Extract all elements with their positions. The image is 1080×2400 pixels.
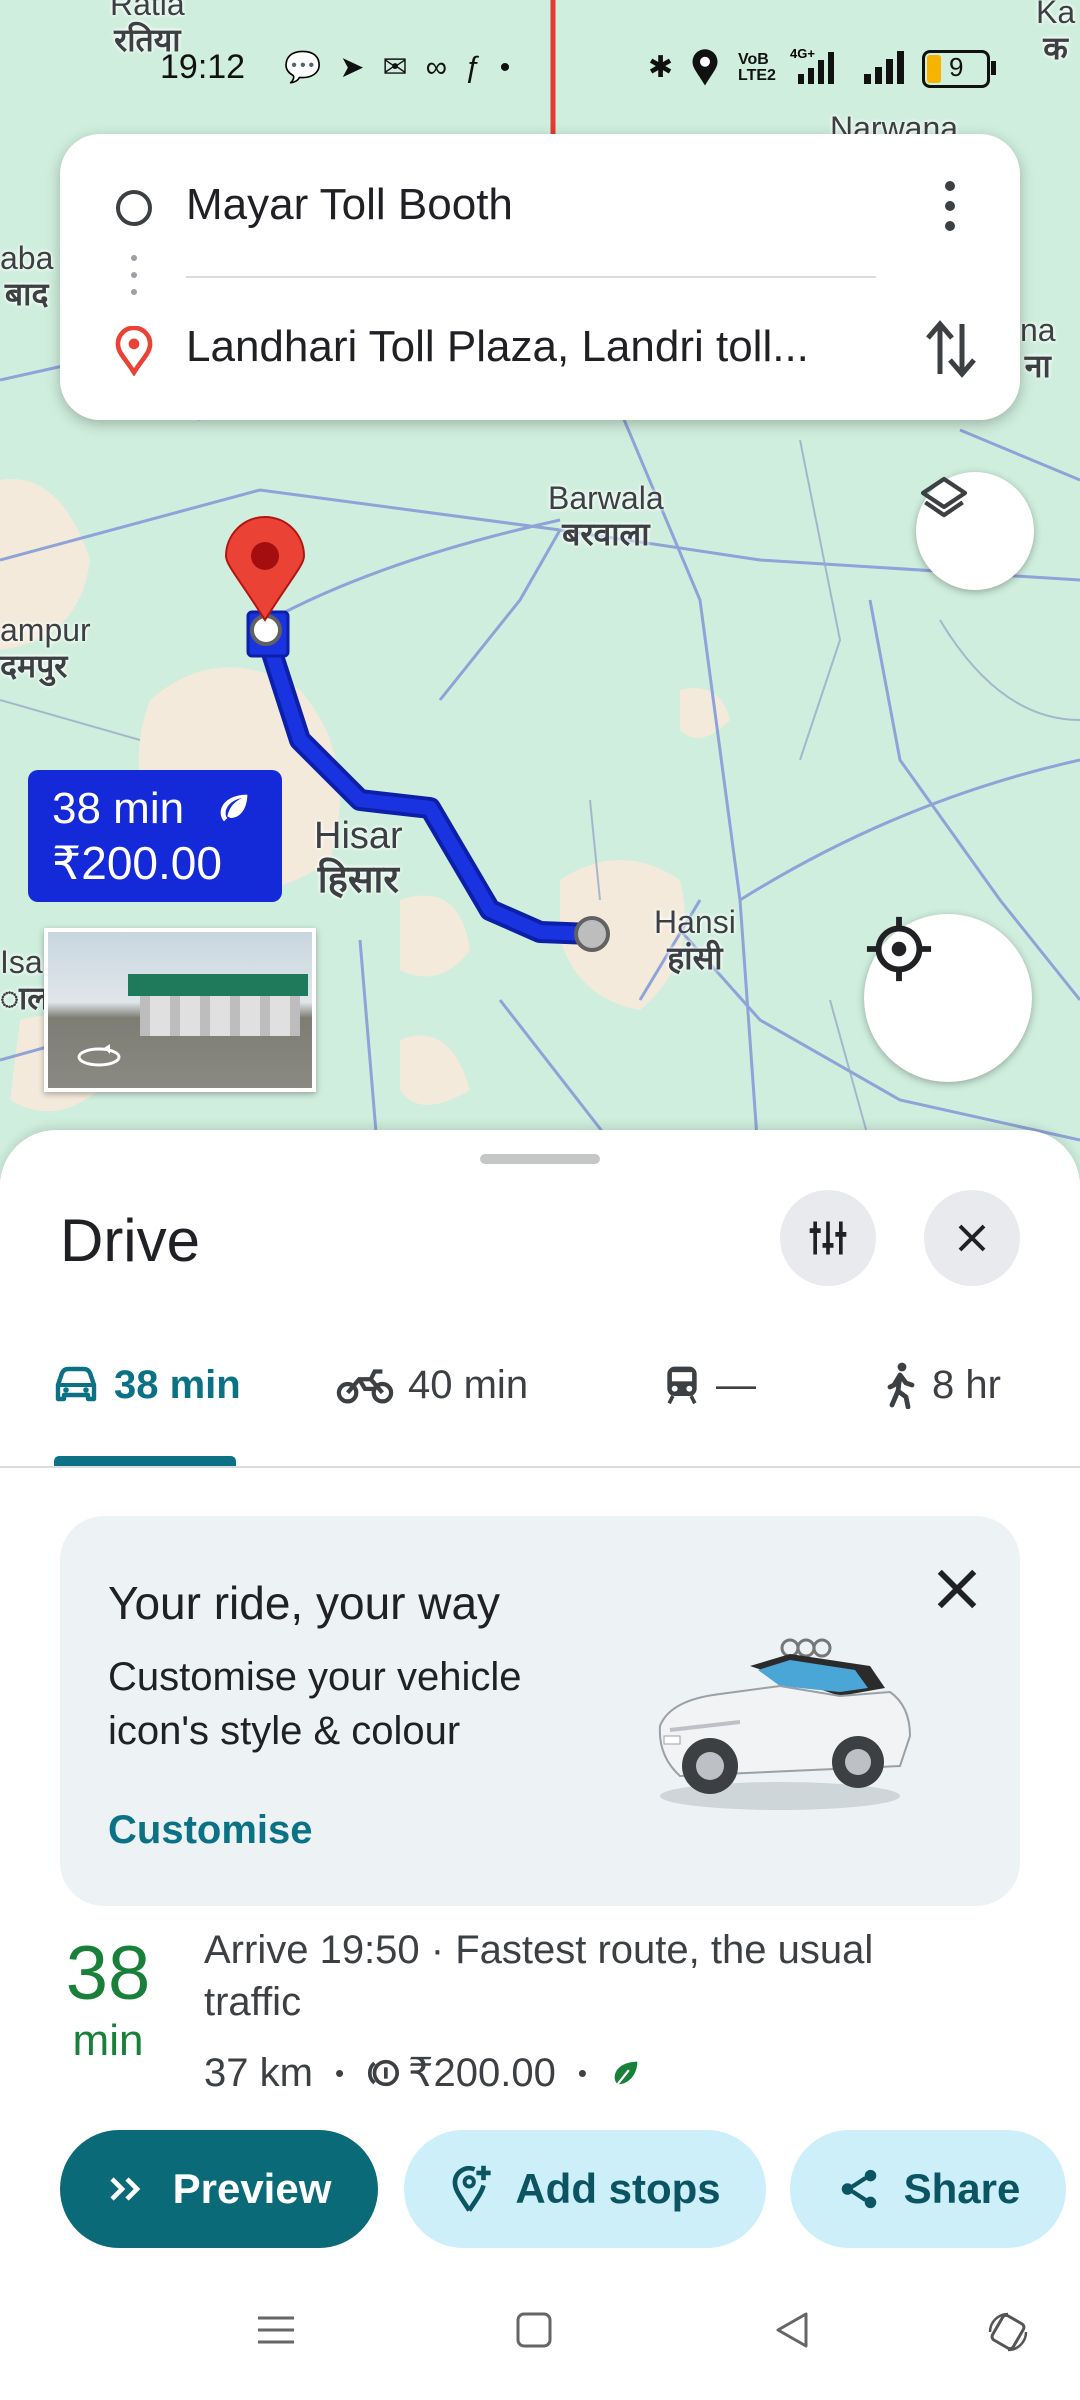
recent-apps-icon[interactable] (256, 2310, 296, 2350)
share-label: Share (903, 2165, 1021, 2212)
tab-transit[interactable]: — (662, 1350, 756, 1420)
close-icon (958, 1224, 986, 1252)
promo-body: Customise your vehicle icon's style & co… (108, 1655, 522, 1753)
map-label-isa: Isaाल (0, 944, 49, 1016)
field-divider (186, 276, 876, 278)
toll-icon (367, 2059, 400, 2087)
sheet-drag-handle[interactable] (480, 1154, 600, 1164)
location-icon (692, 49, 718, 86)
route-details: 37 km • ₹200.00 • (204, 2050, 643, 2096)
tab-motorbike-label: 40 min (408, 1362, 529, 1407)
svg-text:4G+: 4G+ (790, 46, 815, 61)
back-icon[interactable] (772, 2310, 812, 2350)
add-stops-label: Add stops (515, 2165, 721, 2212)
more-dot-icon: • (499, 51, 529, 84)
route-callout[interactable]: 38 min ₹200.00 (28, 770, 282, 902)
rotate-screen-icon[interactable] (986, 2310, 1030, 2354)
share-button[interactable]: Share (790, 2130, 1066, 2248)
promo-title: Your ride, your way (108, 1577, 501, 1629)
directions-search-card: Mayar Toll Booth Landhari Toll Plaza, La… (60, 134, 1020, 420)
battery-level: 9 (949, 52, 964, 82)
home-icon[interactable] (514, 2310, 554, 2350)
route-duration: 38 min (60, 1932, 156, 2066)
layers-icon (920, 476, 968, 518)
active-tab-indicator (54, 1456, 236, 1466)
rotate-360-icon (77, 1044, 121, 1067)
layers-button[interactable] (916, 472, 1034, 590)
battery-icon: 9 (922, 50, 996, 88)
add-stop-pin-icon (452, 2165, 491, 2212)
share-icon (841, 2169, 876, 2209)
tab-drive-label: 38 min (114, 1362, 241, 1407)
origin-circle-icon (116, 190, 152, 226)
add-stops-button[interactable]: Add stops (404, 2130, 766, 2248)
vehicle-illustration (658, 1638, 912, 1810)
route-dots-icon (131, 255, 137, 295)
sheet-title: Drive (60, 1207, 201, 1274)
map-label-hisar: Hisar हिसार (314, 815, 403, 901)
route-options-button[interactable] (780, 1190, 876, 1286)
walking-icon (887, 1362, 915, 1409)
fancode-icon: ƒ (465, 51, 500, 84)
volte-icon: VoB LTE2 (738, 51, 776, 84)
tab-walk[interactable]: 8 hr (882, 1350, 1001, 1420)
preview-label: Preview (172, 2165, 332, 2212)
map-label-hansi: Hansi हांसी (654, 904, 736, 976)
tabs-divider (0, 1466, 1080, 1468)
customise-vehicle-promo: Your ride, your way Customise your vehic… (60, 1516, 1020, 1906)
swap-directions-icon[interactable] (922, 318, 980, 380)
tab-transit-label: — (716, 1362, 756, 1407)
eco-leaf-icon (614, 2061, 638, 2086)
route-toll: ₹200.00 (408, 2051, 556, 2095)
route-callout-toll: ₹200.00 (52, 837, 222, 889)
route-duration-value: 38 (65, 1931, 151, 2016)
tab-drive[interactable]: 38 min (52, 1350, 241, 1420)
more-options-icon[interactable] (940, 178, 960, 234)
status-bar: 19:12 💬➤✉∞ƒ• ✱ VoB LTE2 4G+ 9 (0, 40, 1080, 96)
signal-4g-icon: 4G+ (790, 46, 834, 84)
car-icon (55, 1366, 97, 1402)
route-summary[interactable]: Arrive 19:50 · Fastest route, the usual … (204, 1924, 974, 2028)
preview-button[interactable]: Preview (60, 2130, 378, 2248)
signal-icon (864, 51, 904, 84)
map-label-ampur: ampur दमपुर (0, 612, 91, 684)
tune-sliders-icon (809, 1221, 847, 1255)
route-distance: 37 km (204, 2050, 313, 2095)
origin-field[interactable]: Mayar Toll Booth (186, 180, 886, 230)
route-duration-unit: min (72, 2016, 144, 2065)
dismiss-promo-icon[interactable] (934, 1566, 980, 1612)
tab-motorbike[interactable]: 40 min (336, 1350, 528, 1420)
mail-icon: ✉ (382, 51, 426, 84)
my-location-button[interactable] (864, 914, 1032, 1082)
customise-link[interactable]: Customise (108, 1808, 313, 1853)
map-label-barwala: Barwala बरवाला (548, 480, 664, 552)
destination-field[interactable]: Landhari Toll Plaza, Landri toll... (186, 322, 906, 372)
chat-icon: 💬 (284, 51, 340, 84)
notification-icons: 💬➤✉∞ƒ• (284, 50, 528, 85)
map-label-aba: aba बाद (0, 240, 54, 312)
close-directions-button[interactable] (924, 1190, 1020, 1286)
double-chevron-right-icon (109, 2177, 140, 2201)
crosshair-icon (866, 916, 932, 982)
map-label-na: na ना (1020, 312, 1056, 384)
tab-walk-label: 8 hr (932, 1362, 1001, 1407)
status-time: 19:12 (160, 48, 246, 86)
olx-icon: ∞ (425, 51, 466, 84)
train-icon (667, 1366, 697, 1405)
bluetooth-icon: ✱ (648, 51, 674, 84)
destination-pin-icon (115, 326, 153, 376)
telegram-icon: ➤ (339, 51, 383, 84)
motorbike-icon (336, 1369, 394, 1404)
eco-leaf-icon (220, 794, 248, 822)
route-callout-time: 38 min (52, 784, 185, 833)
street-view-thumbnail[interactable] (44, 928, 316, 1092)
